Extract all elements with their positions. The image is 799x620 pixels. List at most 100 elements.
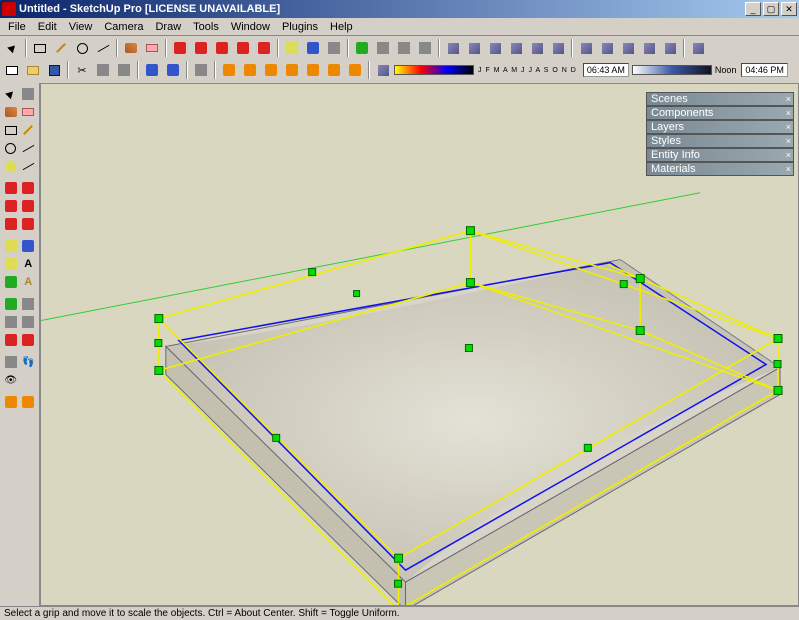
pushpull-tool[interactable] — [233, 38, 253, 58]
paint-tool[interactable] — [121, 38, 141, 58]
side-offset[interactable] — [20, 215, 38, 233]
side-3dtext[interactable]: A — [20, 273, 38, 291]
pan-tool[interactable] — [373, 38, 393, 58]
menu-help[interactable]: Help — [324, 19, 359, 35]
print[interactable] — [191, 60, 211, 80]
sandbox-2[interactable] — [240, 60, 260, 80]
style-wireframe[interactable] — [576, 38, 596, 58]
sandbox-3[interactable] — [261, 60, 281, 80]
side-scale[interactable] — [2, 215, 20, 233]
top-view[interactable] — [464, 38, 484, 58]
sandbox-5[interactable] — [303, 60, 323, 80]
zoom-extents-tool[interactable] — [415, 38, 435, 58]
side-paint[interactable] — [2, 103, 20, 121]
paste[interactable] — [114, 60, 134, 80]
cut[interactable]: ✂ — [72, 60, 92, 80]
side-move[interactable] — [2, 179, 20, 197]
panel-scenes[interactable]: Scenes× — [646, 92, 794, 106]
line-tool[interactable] — [51, 38, 71, 58]
sandbox-7[interactable] — [345, 60, 365, 80]
side-section2[interactable] — [20, 393, 38, 411]
circle-tool[interactable] — [72, 38, 92, 58]
xray-toggle[interactable] — [688, 38, 708, 58]
side-axes[interactable] — [2, 273, 20, 291]
new-file[interactable] — [2, 60, 22, 80]
left-view[interactable] — [548, 38, 568, 58]
close-button[interactable]: ✕ — [781, 2, 797, 16]
side-freehand[interactable] — [20, 157, 38, 175]
side-prev[interactable] — [2, 331, 20, 349]
side-eraser[interactable] — [20, 103, 38, 121]
iso-view[interactable] — [443, 38, 463, 58]
side-text[interactable]: A — [20, 255, 38, 273]
back-view[interactable] — [527, 38, 547, 58]
panel-entity-info[interactable]: Entity Info× — [646, 148, 794, 162]
side-orbit[interactable] — [2, 295, 20, 313]
minimize-button[interactable]: _ — [745, 2, 761, 16]
menu-view[interactable]: View — [63, 19, 99, 35]
rotate-tool[interactable] — [191, 38, 211, 58]
viewport-3d[interactable]: Scenes× Components× Layers× Styles× Enti… — [40, 83, 799, 606]
menu-file[interactable]: File — [2, 19, 32, 35]
panel-close-icon[interactable]: × — [786, 164, 791, 174]
dimension-tool[interactable] — [303, 38, 323, 58]
open-file[interactable] — [23, 60, 43, 80]
tape-tool[interactable] — [282, 38, 302, 58]
shadow-date-slider[interactable] — [394, 61, 474, 79]
orbit-tool[interactable] — [352, 38, 372, 58]
side-line[interactable] — [20, 121, 38, 139]
side-followme[interactable] — [20, 197, 38, 215]
menu-tools[interactable]: Tools — [187, 19, 225, 35]
side-position-camera[interactable] — [2, 353, 20, 371]
side-rotate[interactable] — [2, 197, 20, 215]
side-circle[interactable] — [2, 139, 20, 157]
side-zoom[interactable] — [2, 313, 20, 331]
eraser-tool[interactable] — [142, 38, 162, 58]
sandbox-6[interactable] — [324, 60, 344, 80]
side-tape[interactable] — [2, 237, 20, 255]
side-component[interactable] — [20, 85, 38, 103]
style-textured[interactable] — [639, 38, 659, 58]
shadow-time-slider[interactable] — [632, 61, 712, 79]
side-select[interactable] — [2, 85, 20, 103]
arc-tool[interactable] — [93, 38, 113, 58]
copy[interactable] — [93, 60, 113, 80]
style-hidden[interactable] — [597, 38, 617, 58]
panel-materials[interactable]: Materials× — [646, 162, 794, 176]
side-zoomwin[interactable] — [20, 313, 38, 331]
redo[interactable] — [163, 60, 183, 80]
sunrise-time[interactable]: 06:43 AM — [583, 63, 629, 77]
menu-edit[interactable]: Edit — [32, 19, 63, 35]
menu-camera[interactable]: Camera — [98, 19, 149, 35]
rectangle-tool[interactable] — [30, 38, 50, 58]
side-pushpull[interactable] — [20, 179, 38, 197]
sunset-time[interactable]: 04:46 PM — [741, 63, 788, 77]
undo[interactable] — [142, 60, 162, 80]
panel-close-icon[interactable]: × — [786, 122, 791, 132]
panel-layers[interactable]: Layers× — [646, 120, 794, 134]
text-tool[interactable] — [324, 38, 344, 58]
menu-draw[interactable]: Draw — [149, 19, 187, 35]
save-file[interactable] — [44, 60, 64, 80]
offset-tool[interactable] — [254, 38, 274, 58]
scale-tool[interactable] — [212, 38, 232, 58]
side-rect[interactable] — [2, 121, 20, 139]
panel-close-icon[interactable]: × — [786, 108, 791, 118]
panel-styles[interactable]: Styles× — [646, 134, 794, 148]
right-view[interactable] — [506, 38, 526, 58]
panel-close-icon[interactable]: × — [786, 136, 791, 146]
side-walk[interactable]: 👣 — [20, 353, 38, 371]
zoom-tool[interactable] — [394, 38, 414, 58]
move-tool[interactable] — [170, 38, 190, 58]
panel-close-icon[interactable]: × — [786, 94, 791, 104]
side-arc[interactable] — [20, 139, 38, 157]
style-shaded[interactable] — [618, 38, 638, 58]
side-dimension[interactable] — [20, 237, 38, 255]
maximize-button[interactable]: ▢ — [763, 2, 779, 16]
side-next[interactable] — [20, 331, 38, 349]
sandbox-1[interactable] — [219, 60, 239, 80]
select-tool[interactable] — [2, 38, 22, 58]
side-pan[interactable] — [20, 295, 38, 313]
side-section[interactable] — [2, 393, 20, 411]
shadow-toggle[interactable] — [373, 60, 393, 80]
